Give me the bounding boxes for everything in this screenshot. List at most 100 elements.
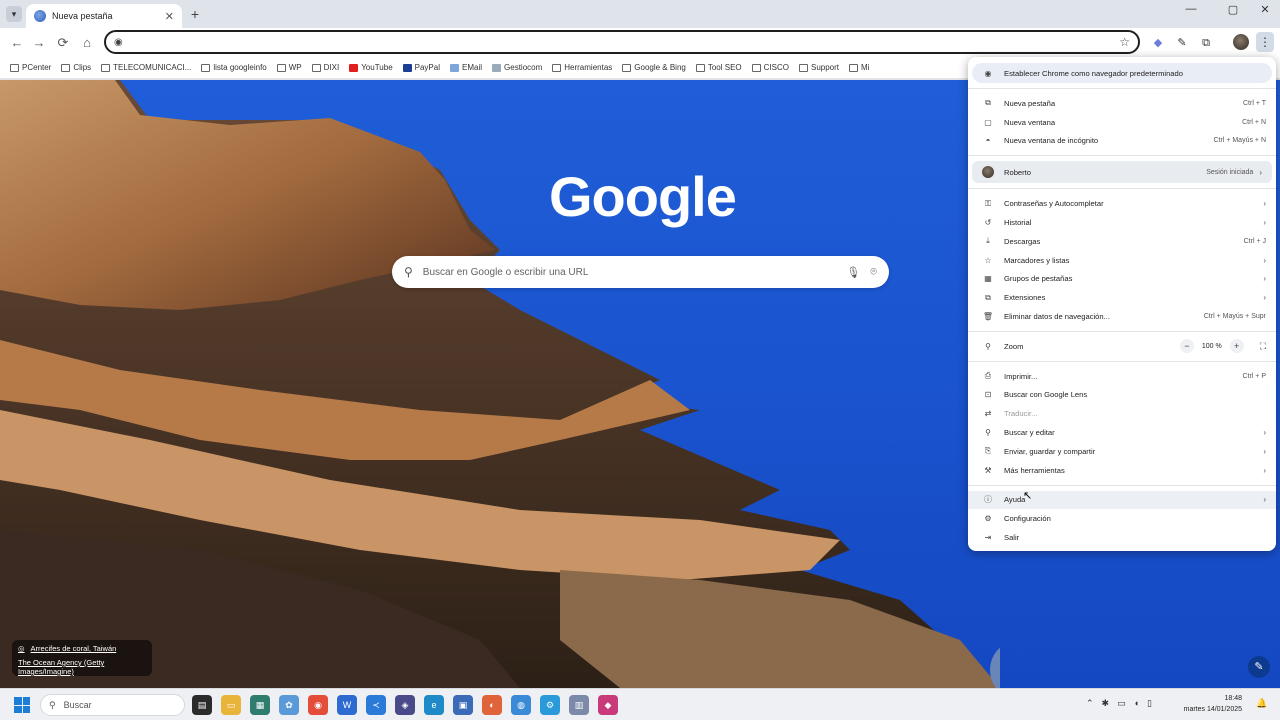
battery-icon[interactable]: ▯ bbox=[1147, 698, 1152, 709]
menu-bookmarks[interactable]: ☆ Marcadores y listas › bbox=[968, 251, 1276, 270]
edge-icon[interactable]: e bbox=[424, 695, 444, 715]
trash-icon: 🗑 bbox=[982, 312, 994, 322]
bookmark-label: Clips bbox=[73, 63, 92, 72]
extension-icon[interactable]: ◆ bbox=[1149, 34, 1167, 52]
bookmark-item[interactable]: Clips bbox=[61, 63, 91, 72]
site-info-icon[interactable]: ◉ bbox=[114, 37, 123, 48]
bookmark-item[interactable]: CISCO bbox=[751, 63, 789, 72]
fullscreen-icon[interactable]: ⛶ bbox=[1260, 341, 1266, 352]
menu-send-save-share[interactable]: ⎘ Enviar, guardar y compartir › bbox=[968, 442, 1276, 461]
menu-incognito-window[interactable]: ◓ Nueva ventana de incógnito Ctrl + Mayús … bbox=[968, 132, 1276, 151]
taskbar-clock[interactable]: 18:48 martes 14/01/2025 bbox=[1182, 693, 1242, 715]
chrome-taskbar-icon[interactable]: ◉ bbox=[308, 695, 328, 715]
menu-item-shortcut: Ctrl + N bbox=[1242, 118, 1266, 126]
customize-chrome-pencil-icon[interactable]: ✎ bbox=[1248, 656, 1270, 678]
home-button[interactable]: ⌂ bbox=[78, 34, 96, 52]
bookmark-item[interactable]: YouTube bbox=[349, 63, 393, 72]
zoom-in-button[interactable]: + bbox=[1229, 339, 1244, 354]
tab-search-button[interactable]: ▾ bbox=[6, 6, 22, 22]
menu-google-lens[interactable]: ⊡ Buscar con Google Lens bbox=[968, 386, 1276, 405]
address-bar[interactable]: ◉ ☆ bbox=[104, 30, 1140, 54]
credit-title[interactable]: Arrecifes de coral, Taiwán bbox=[31, 644, 117, 653]
forward-button[interactable]: → bbox=[30, 34, 48, 52]
bookmark-item[interactable]: Gestiocom bbox=[492, 63, 542, 72]
network-icon[interactable]: ▭ bbox=[1117, 698, 1126, 709]
start-menu-icon[interactable] bbox=[14, 697, 30, 713]
menu-extensions[interactable]: ⧉ Extensiones › bbox=[968, 288, 1276, 307]
bookmark-item[interactable]: DIXI bbox=[311, 63, 339, 72]
tool-icon[interactable]: ⚙ bbox=[540, 695, 560, 715]
url-input[interactable] bbox=[128, 36, 1120, 48]
bookmark-item[interactable]: Mi bbox=[849, 63, 869, 72]
bookmark-item[interactable]: Google & Bing bbox=[622, 63, 686, 72]
menu-item-label: Buscar y editar bbox=[1004, 428, 1055, 438]
ntp-search-box[interactable]: ⚲ Buscar en Google o escribir una URL 🎙 … bbox=[392, 256, 889, 288]
menu-new-tab[interactable]: ⧉ Nueva pestaña Ctrl + T bbox=[968, 94, 1276, 113]
google-lens-icon[interactable]: ⌾ bbox=[870, 266, 877, 279]
menu-exit[interactable]: ⇥ Salir bbox=[968, 528, 1276, 547]
menu-item-label: Más herramientas bbox=[1004, 465, 1065, 475]
globe-icon[interactable]: ◍ bbox=[511, 695, 531, 715]
menu-tab-groups[interactable]: ▦ Grupos de pestañas › bbox=[968, 270, 1276, 289]
menu-more-tools[interactable]: ⚒ Más herramientas › bbox=[968, 461, 1276, 480]
search-placeholder[interactable]: Buscar en Google o escribir una URL bbox=[423, 267, 837, 278]
bookmark-item[interactable]: PCenter bbox=[10, 63, 51, 72]
menu-settings[interactable]: ⚙ Configuración bbox=[968, 509, 1276, 528]
bookmark-item[interactable]: Herramientas bbox=[552, 63, 612, 72]
extensions-puzzle-icon[interactable]: ⧉ bbox=[1197, 34, 1215, 52]
volume-icon[interactable]: ◖ bbox=[1134, 698, 1139, 709]
bookmark-item[interactable]: PayPal bbox=[402, 63, 440, 72]
app-shield-icon[interactable]: ◆ bbox=[598, 695, 618, 715]
bookmark-star-icon[interactable]: ☆ bbox=[1119, 35, 1130, 49]
menu-item-label: Buscar con Google Lens bbox=[1004, 390, 1088, 400]
window-close-button[interactable]: ✕ bbox=[1250, 3, 1280, 16]
menu-new-window[interactable]: ▢ Nueva ventana Ctrl + N bbox=[968, 113, 1276, 132]
back-button[interactable]: ← bbox=[8, 34, 26, 52]
chevron-right-icon: › bbox=[1259, 167, 1262, 177]
firefox-icon[interactable]: ◐ bbox=[482, 695, 502, 715]
menu-help[interactable]: ⓘ Ayuda › ↖ bbox=[968, 490, 1276, 510]
bookmark-item[interactable]: WP bbox=[276, 63, 302, 72]
menu-profile[interactable]: Roberto Sesión iniciada › bbox=[972, 161, 1272, 184]
vscode-icon[interactable]: ≺ bbox=[366, 695, 386, 715]
bookmark-item[interactable]: lista googleinfo bbox=[201, 63, 267, 72]
bookmark-item[interactable]: EMail bbox=[450, 63, 482, 72]
tab-new-tab[interactable]: Nueva pestaña ✕ bbox=[26, 4, 182, 28]
bookmark-label: WP bbox=[288, 63, 302, 72]
menu-set-default-browser[interactable]: ◉ Establecer Chrome como navegador prede… bbox=[972, 63, 1272, 83]
bookmark-item[interactable]: TELECOMUNICACI... bbox=[101, 63, 191, 72]
background-credit[interactable]: ◎ Arrecifes de coral, Taiwán The Ocean Ag… bbox=[12, 640, 152, 676]
chrome-menu-button[interactable]: ⋮ bbox=[1256, 32, 1274, 52]
new-tab-button[interactable]: + bbox=[187, 6, 203, 22]
remote-desktop-icon[interactable]: ▣ bbox=[453, 695, 473, 715]
minimize-button[interactable]: — bbox=[1176, 3, 1206, 15]
bookmark-item[interactable]: Tool SEO bbox=[695, 63, 742, 72]
bookmark-item[interactable]: Support bbox=[799, 63, 839, 72]
reload-button[interactable]: ⟳ bbox=[54, 34, 72, 52]
tab-close-icon[interactable]: ✕ bbox=[165, 10, 174, 23]
menu-history[interactable]: ↺ Historial › bbox=[968, 213, 1276, 232]
chevron-up-icon[interactable]: ⌃ bbox=[1086, 698, 1094, 709]
bluetooth-icon[interactable]: ✱ bbox=[1102, 698, 1110, 709]
menu-clear-data[interactable]: 🗑 Eliminar datos de navegación... Ctrl + M… bbox=[968, 307, 1276, 326]
pen-extension-icon[interactable]: ✎ bbox=[1173, 34, 1191, 52]
voice-search-icon[interactable]: 🎙 bbox=[846, 266, 860, 279]
taskbar-search[interactable]: ⚲ Buscar bbox=[40, 694, 185, 716]
notepad-icon[interactable]: ▥ bbox=[569, 695, 589, 715]
task-view-icon[interactable]: ▤ bbox=[192, 695, 212, 715]
menu-find-edit[interactable]: ⚲ Buscar y editar › bbox=[968, 423, 1276, 442]
notifications-bell-icon[interactable]: 🔔 bbox=[1256, 698, 1267, 709]
profile-avatar-icon[interactable] bbox=[1233, 34, 1249, 50]
app-icon[interactable]: ◈ bbox=[395, 695, 415, 715]
store-icon[interactable]: ▦ bbox=[250, 695, 270, 715]
file-explorer-icon[interactable]: ▭ bbox=[221, 695, 241, 715]
menu-print[interactable]: ⎙ Imprimir... Ctrl + P bbox=[968, 367, 1276, 386]
zoom-out-button[interactable]: − bbox=[1179, 339, 1194, 354]
credit-author[interactable]: The Ocean Agency (Getty Images/Imagine) bbox=[18, 658, 146, 676]
new-tab-icon: ⧉ bbox=[985, 98, 991, 108]
word-icon[interactable]: W bbox=[337, 695, 357, 715]
photos-icon[interactable]: ✿ bbox=[279, 695, 299, 715]
maximize-button[interactable]: ▢ bbox=[1218, 3, 1248, 16]
menu-passwords[interactable]: ⚿ Contraseñas y Autocompletar › bbox=[968, 194, 1276, 213]
menu-downloads[interactable]: ⤓ Descargas Ctrl + J bbox=[968, 232, 1276, 251]
